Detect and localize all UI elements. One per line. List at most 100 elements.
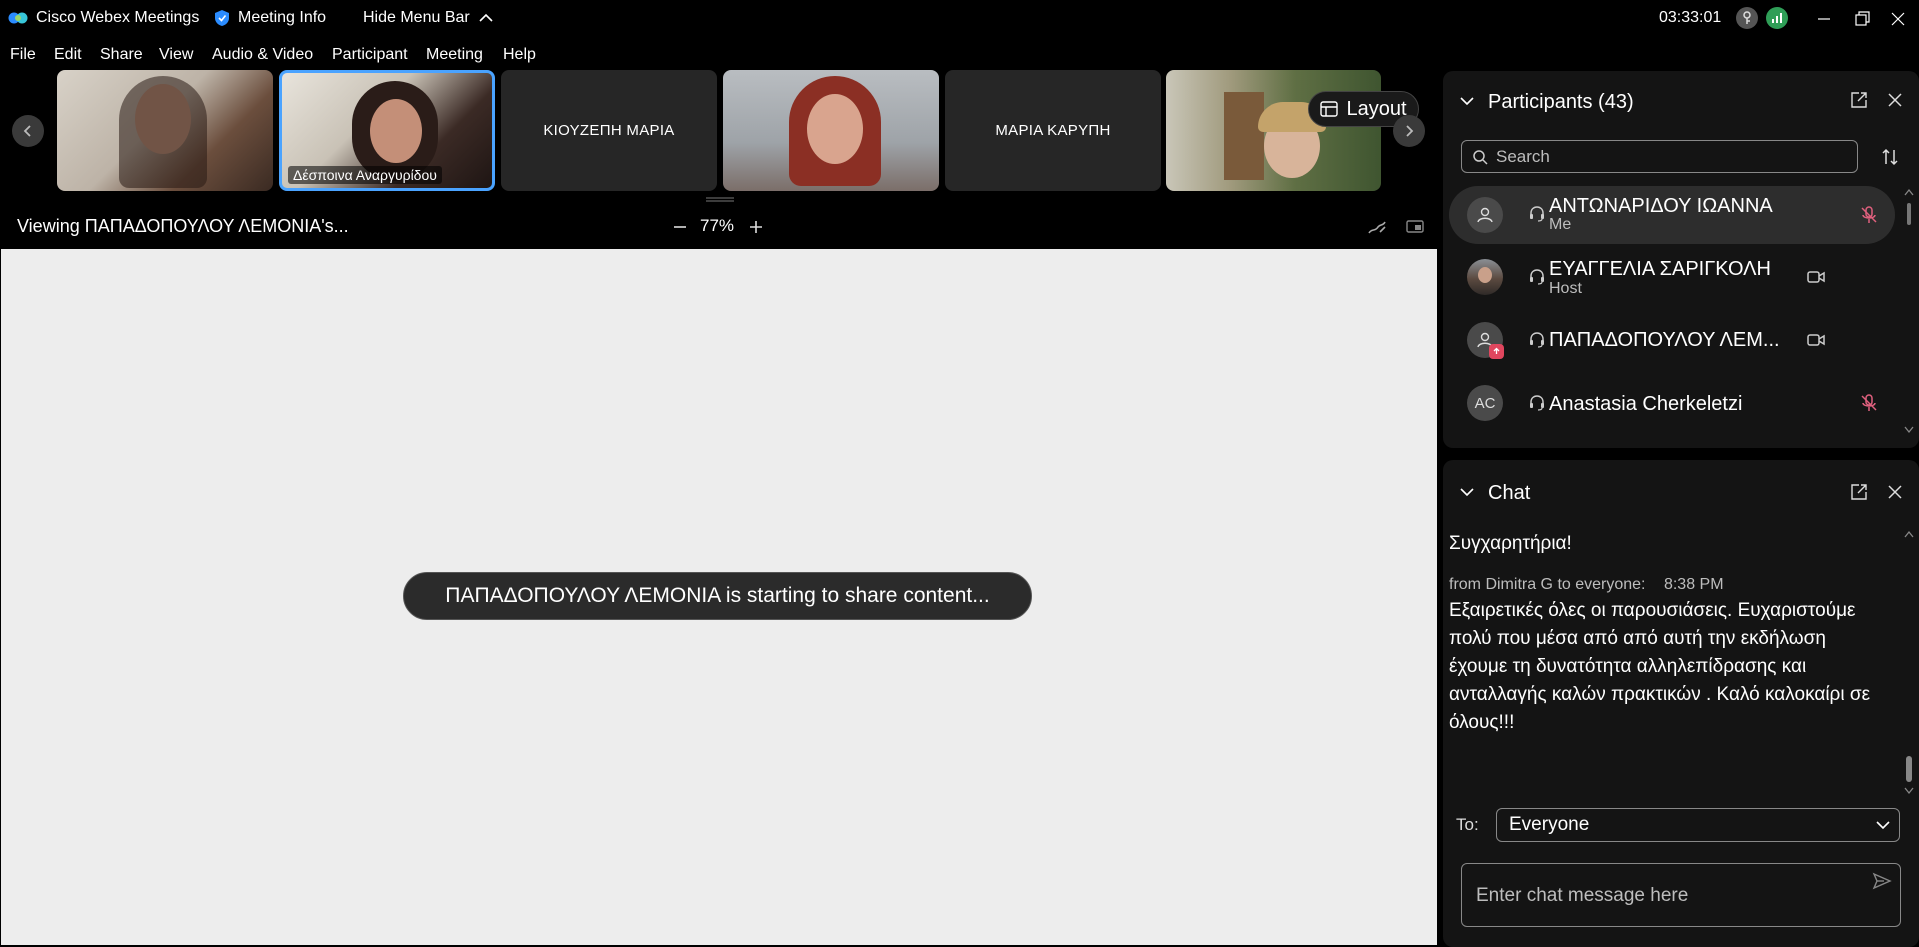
app-title: Cisco Webex Meetings [8,9,199,27]
chat-recipient-select[interactable]: Everyone [1496,808,1900,842]
zoom-level: 77% [700,216,735,235]
participant-row[interactable]: ΕΥΑΓΓΕΛΙΑ ΣΑΡΙΓΚΟΛΗ Host [1449,248,1895,306]
popout-participants-button[interactable] [1849,90,1869,110]
participant-name: ΑΝΤΩΝΑΡΙΔΟΥ ΙΩΑΝΝΑ [1549,195,1773,217]
muted-mic-icon[interactable] [1859,393,1879,413]
chat-message-meta: from Dimitra G to everyone: 8:38 PM [1449,576,1724,594]
participant-role: Me [1549,216,1572,233]
chat-recipient-value: Everyone [1509,814,1590,835]
participant-video-face [807,94,863,164]
participant-search-field[interactable]: Search [1461,140,1858,173]
clock-text: 03:33:01 [1659,9,1722,26]
chat-message-box [1461,863,1901,927]
chat-message-sender: from Dimitra G to everyone: [1449,576,1646,593]
avatar [1467,259,1503,295]
avatar-photo [1478,267,1492,283]
headset-icon [1527,330,1547,350]
chevron-down-icon [1460,97,1474,106]
participant-search-placeholder: Search [1496,146,1550,166]
send-icon [1872,872,1892,890]
minimize-icon[interactable] [1814,9,1834,29]
filmstrip-next-button[interactable] [1393,115,1425,147]
menu-audio-video[interactable]: Audio & Video [212,46,313,64]
participants-scrollbar[interactable] [1903,187,1915,435]
close-chat-button[interactable] [1885,482,1905,502]
video-camera-icon[interactable] [1806,268,1826,286]
participant-row[interactable]: ΑΝΤΩΝΑΡΙΔΟΥ ΙΩΑΝΝΑ Me [1449,186,1895,244]
headset-icon [1527,393,1547,413]
restore-icon[interactable] [1852,9,1872,29]
key-icon[interactable] [1736,7,1758,29]
chat-message-text: Συγχαρητήρια! [1449,533,1572,554]
participant-video-face [370,99,422,163]
participant-row[interactable]: ΠΑΠΑΔΟΠΟΥΛΟΥ ΛΕΜ... [1449,311,1895,369]
clock: 03:33:01 [1659,9,1721,27]
network-health-icon[interactable] [1766,7,1788,29]
collapse-chat-button[interactable] [1458,483,1476,501]
video-tile-active-speaker[interactable]: Δέσποινα Αναργυρίδου [279,70,495,191]
meeting-info-button[interactable]: Meeting Info [214,9,326,27]
menu-meeting[interactable]: Meeting [426,46,483,64]
chevron-down-icon [1876,821,1890,830]
video-tile[interactable] [57,70,273,191]
menu-view[interactable]: View [159,46,193,64]
sort-icon [1882,148,1898,166]
name-tile[interactable]: ΚΙΟΥΖΕΠΗ ΜΑΡΙΑ [501,70,717,191]
app-name: Cisco Webex Meetings [36,9,200,26]
close-window-icon[interactable] [1888,9,1908,29]
close-icon [1888,93,1902,107]
menu-edit[interactable]: Edit [54,46,82,64]
filmstrip-prev-button[interactable] [12,115,44,147]
chat-to-label: To: [1456,815,1479,834]
chat-scrollbar[interactable] [1903,528,1915,796]
close-icon [1888,485,1902,499]
headset-icon [1527,267,1547,287]
share-status-toast: ΠΑΠΑΔΟΠΟΥΛΟΥ ΛΕΜΟΝΙΑ is starting to shar… [403,572,1032,620]
participant-name: ΠΑΠΑΔΟΠΟΥΛΟΥ ΛΕΜ... [1549,329,1780,351]
chat-title: Chat [1488,482,1531,504]
chat-message-text: Εξαιρετικές όλες οι παρουσιάσεις. Ευχαρι… [1449,600,1871,733]
annotate-icon [1368,221,1386,234]
meeting-info-label: Meeting Info [238,9,327,26]
avatar-initials: AC [1474,394,1496,412]
video-tile[interactable] [723,70,939,191]
collapse-participants-button[interactable] [1458,92,1476,110]
screen-icon [1406,220,1424,233]
filmstrip-resize-handle[interactable] [706,197,734,202]
share-status-text: ΠΑΠΑΔΟΠΟΥΛΟΥ ΛΕΜΟΝΙΑ is starting to shar… [445,584,990,607]
menu-participant[interactable]: Participant [332,46,408,64]
participant-role: Host [1549,280,1582,297]
avatar [1467,322,1504,359]
participant-row[interactable]: AC Anastasia Cherkeletzi [1449,374,1895,432]
video-camera-icon[interactable] [1806,331,1826,349]
webex-logo-icon [8,10,28,26]
participant-name: ΕΥΑΓΓΕΛΙΑ ΣΑΡΙΓΚΟΛΗ [1549,258,1771,280]
zoom-in-button[interactable] [746,217,766,237]
send-button[interactable] [1871,870,1893,892]
popout-chat-button[interactable] [1849,482,1869,502]
menu-help[interactable]: Help [503,46,536,64]
chevron-up-icon [478,13,494,23]
video-tile[interactable] [1166,70,1381,191]
sharing-badge-icon [1489,344,1504,359]
hide-menu-bar-button[interactable]: Hide Menu Bar [363,9,494,27]
chat-message-input[interactable] [1474,874,1858,918]
menu-share[interactable]: Share [100,46,143,64]
zoom-out-button[interactable] [670,217,690,237]
chevron-down-icon [1460,488,1474,497]
chat-message-time: 8:38 PM [1663,576,1724,593]
avatar: AC [1467,385,1503,421]
view-options-button[interactable] [1404,216,1426,238]
popout-icon [1851,484,1867,500]
shield-icon [214,9,230,27]
annotate-button[interactable] [1366,216,1388,238]
plus-icon [750,221,762,233]
name-tile[interactable]: ΜΑΡΙΑ ΚΑΡΥΠΗ [945,70,1161,191]
sort-participants-button[interactable] [1879,146,1901,168]
layout-label: Layout [1346,97,1407,120]
muted-mic-icon[interactable] [1859,205,1879,225]
menu-file[interactable]: File [10,46,36,64]
close-participants-button[interactable] [1885,90,1905,110]
title-bar: Cisco Webex Meetings Meeting Info Hide M… [0,0,1919,38]
headset-icon [1527,204,1547,224]
